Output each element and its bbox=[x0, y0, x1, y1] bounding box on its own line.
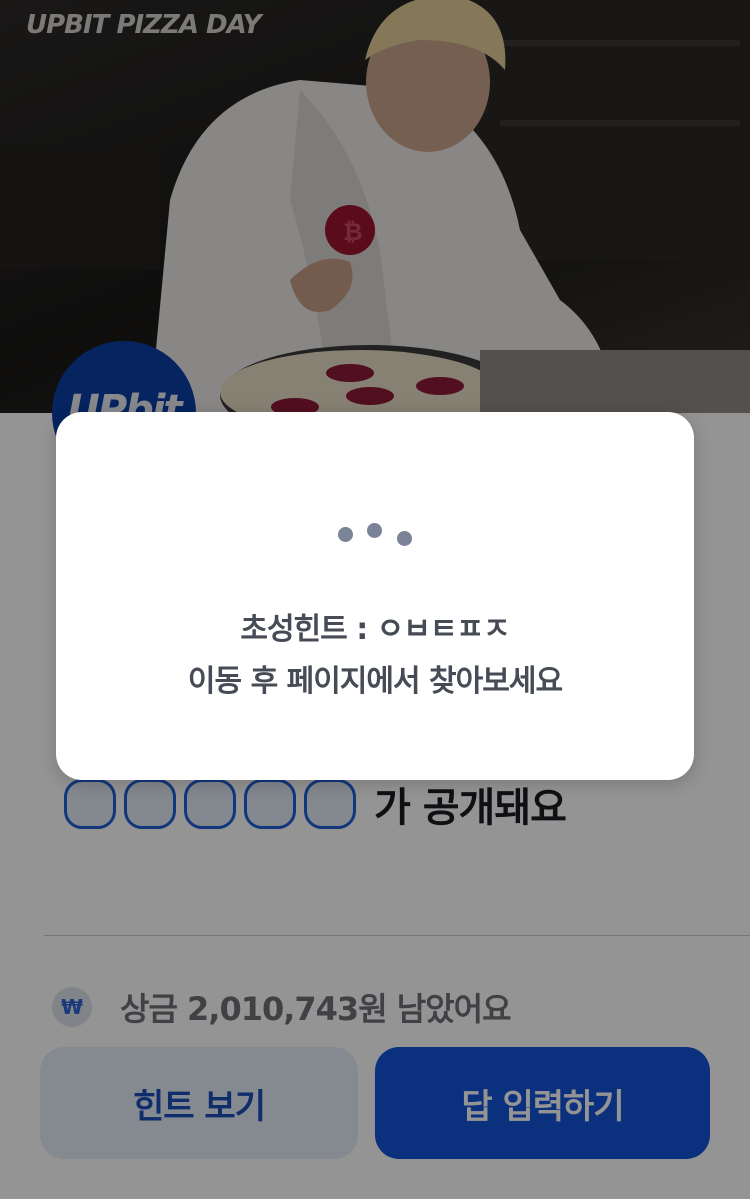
hint-instruction-text: 이동 후 페이지에서 찾아보세요 bbox=[187, 664, 563, 699]
consonant-hint-text: 초성힌트 : ㅇㅂㅌㅍㅈ bbox=[240, 612, 510, 647]
loading-dots-icon bbox=[56, 412, 694, 572]
loading-dot bbox=[367, 523, 382, 538]
loading-dot bbox=[397, 531, 412, 546]
hint-modal bbox=[56, 412, 694, 780]
loading-dot bbox=[338, 527, 353, 542]
